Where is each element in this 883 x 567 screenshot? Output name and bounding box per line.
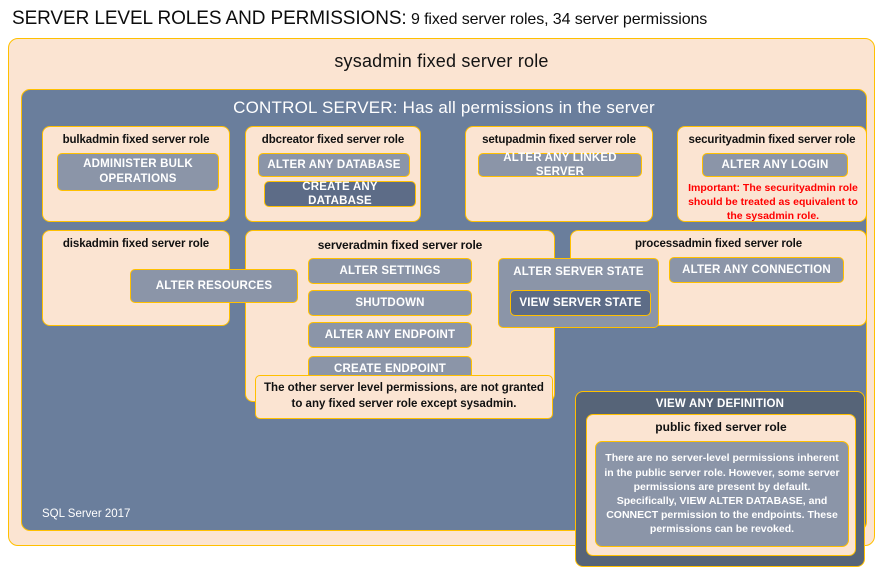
page-title: SERVER LEVEL ROLES AND PERMISSIONS: 9 fi… (12, 8, 872, 34)
permission-alter-any-login[interactable]: ALTER ANY LOGIN (702, 153, 848, 177)
page-title-rest: 9 fixed server roles, 34 server permissi… (406, 11, 708, 28)
permission-view-server-state[interactable]: VIEW SERVER STATE (510, 290, 651, 316)
role-box-bulkadmin: bulkadmin fixed server role ADMINISTER B… (42, 126, 230, 222)
securityadmin-warning-note: Important: The securityadmin role should… (688, 182, 858, 223)
public-role-description: There are no server-level permissions in… (595, 441, 849, 547)
role-title-serveradmin: serveradmin fixed server role (317, 238, 483, 252)
role-box-public: public fixed server role There are no se… (586, 414, 856, 556)
permission-alter-resources[interactable]: ALTER RESOURCES (130, 269, 298, 303)
sysadmin-role-container: sysadmin fixed server role CONTROL SERVE… (8, 38, 875, 567)
control-server-label: CONTROL SERVER: Has all permissions in t… (233, 98, 655, 117)
role-title-securityadmin: securityadmin fixed server role (688, 134, 856, 146)
role-title-bulkadmin: bulkadmin fixed server role (62, 134, 210, 146)
permission-create-any-database[interactable]: CREATE ANY DATABASE (264, 181, 416, 207)
sysadmin-role-label: sysadmin fixed server role (334, 51, 549, 71)
permission-administer-bulk-operations[interactable]: ADMINISTER BULK OPERATIONS (57, 153, 219, 191)
permission-alter-settings[interactable]: ALTER SETTINGS (308, 258, 472, 284)
other-permissions-note: The other server level permissions, are … (255, 375, 553, 419)
role-title-dbcreator: dbcreator fixed server role (261, 134, 405, 146)
role-box-setupadmin: setupadmin fixed server role ALTER ANY L… (465, 126, 653, 222)
role-title-setupadmin: setupadmin fixed server role (482, 134, 636, 146)
permission-view-any-definition[interactable]: VIEW ANY DEFINITION (576, 398, 864, 410)
permission-alter-any-endpoint[interactable]: ALTER ANY ENDPOINT (308, 322, 472, 348)
permission-alter-any-database[interactable]: ALTER ANY DATABASE (258, 153, 410, 177)
permission-alter-any-connection[interactable]: ALTER ANY CONNECTION (669, 257, 844, 283)
permission-alter-any-linked-server[interactable]: ALTER ANY LINKED SERVER (478, 152, 642, 178)
role-title-diskadmin: diskadmin fixed server role (62, 238, 210, 250)
product-version-label: SQL Server 2017 (42, 508, 131, 520)
role-box-securityadmin: securityadmin fixed server role ALTER AN… (677, 126, 867, 222)
role-title-processadmin: processadmin fixed server role (634, 238, 803, 250)
permission-shutdown[interactable]: SHUTDOWN (308, 290, 472, 316)
view-any-definition-box: VIEW ANY DEFINITION public fixed server … (575, 391, 865, 567)
role-box-dbcreator: dbcreator fixed server role ALTER ANY DA… (245, 126, 421, 222)
page-title-strong: SERVER LEVEL ROLES AND PERMISSIONS: (12, 8, 407, 29)
role-title-public: public fixed server role (655, 420, 787, 434)
